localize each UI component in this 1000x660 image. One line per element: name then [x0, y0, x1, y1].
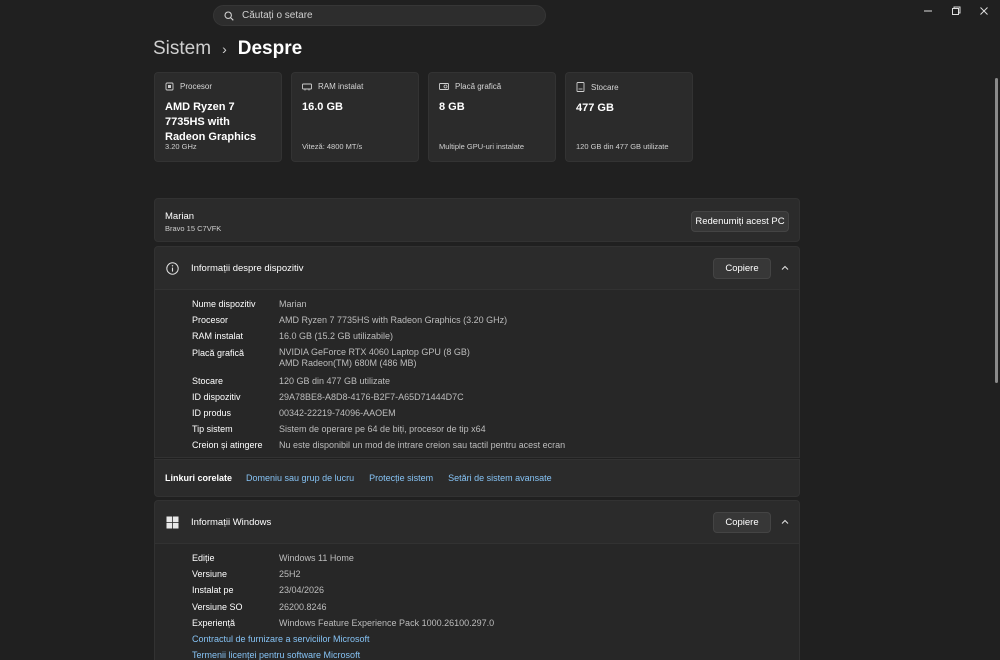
card-subtitle: 3.20 GHz	[165, 142, 197, 151]
link-domain-workgroup[interactable]: Domeniu sau grup de lucru	[246, 473, 354, 483]
card-storage: Stocare 477 GB 120 GB din 477 GB utiliza…	[565, 72, 693, 162]
card-subtitle: 120 GB din 477 GB utilizate	[576, 142, 669, 151]
info-value: 26200.8246	[279, 601, 327, 612]
card-title: Placă grafică	[455, 82, 502, 91]
info-value: 23/04/2026	[279, 585, 325, 596]
info-row: Instalat pe 23/04/2026	[192, 582, 799, 598]
link-microsoft-software-license[interactable]: Termenii licenței pentru software Micros…	[192, 647, 799, 660]
info-row: RAM instalat 16.0 GB (15.2 GB utilizabile…	[192, 328, 799, 344]
info-value: Nu este disponibil un mod de intrare cre…	[279, 440, 566, 451]
info-row: Versiune 25H2	[192, 566, 799, 582]
info-icon	[166, 261, 179, 275]
link-advanced-system-settings[interactable]: Setări de sistem avansate	[448, 473, 552, 483]
link-microsoft-services-agreement[interactable]: Contractul de furnizare a serviciilor Mi…	[192, 631, 799, 647]
restore-icon	[952, 6, 961, 15]
search-placeholder: Căutați o setare	[242, 10, 313, 21]
windows-info-header[interactable]: Informații Windows Copiere	[154, 500, 800, 544]
info-value: Windows 11 Home	[279, 553, 354, 563]
info-value: AMD Radeon(TM) 680M (486 MB)	[279, 358, 417, 369]
info-key: Versiune	[192, 569, 228, 580]
info-key: Ediție	[192, 553, 215, 563]
info-value: Marian	[279, 299, 307, 309]
breadcrumb: Sistem › Despre	[153, 38, 302, 60]
info-key: Instalat pe	[192, 585, 234, 596]
info-row: ID produs 00342-22219-74096-AAOEM	[192, 405, 799, 421]
info-key: Versiune SO	[192, 601, 243, 612]
section-title: Informații despre dispozitiv	[191, 262, 304, 274]
chevron-right-icon: ›	[222, 41, 227, 57]
related-links-label: Linkuri corelate	[165, 473, 233, 483]
rename-pc-button[interactable]: Redenumiți acest PC	[691, 211, 789, 232]
copy-windows-info-button[interactable]: Copiere	[713, 512, 771, 533]
search-box[interactable]: Căutați o setare	[213, 5, 546, 26]
card-value: 16.0 GB	[302, 101, 343, 113]
info-key: Nume dispozitiv	[192, 299, 256, 309]
device-info-details: Nume dispozitiv Marian Procesor AMD Ryzen …	[154, 290, 800, 458]
info-key: Creion și atingere	[192, 440, 263, 451]
info-row: Experiență Windows Feature Experience Pac…	[192, 615, 799, 631]
card-subtitle: Viteză: 4800 MT/s	[302, 142, 363, 151]
info-value: NVIDIA GeForce RTX 4060 Laptop GPU (8 GB…	[279, 347, 470, 358]
card-gpu: Placă grafică 8 GB Multiple GPU-uri inst…	[428, 72, 556, 162]
card-title: RAM instalat	[318, 82, 364, 91]
info-row: Stocare 120 GB din 477 GB utilizate	[192, 373, 799, 389]
info-value: 25H2	[279, 569, 301, 580]
info-key: Tip sistem	[192, 424, 233, 435]
info-key: ID produs	[192, 408, 232, 419]
info-value: Windows Feature Experience Pack 1000.261…	[279, 617, 495, 628]
ram-icon	[302, 83, 312, 91]
card-title: Stocare	[591, 82, 619, 92]
chevron-up-icon[interactable]	[780, 263, 790, 273]
info-value: AMD Ryzen 7 7735HS with Radeon Graphics …	[279, 315, 508, 326]
info-key: RAM instalat	[192, 331, 244, 342]
section-title: Informații Windows	[191, 516, 272, 528]
storage-icon	[576, 82, 585, 92]
minimize-button[interactable]	[913, 4, 943, 18]
card-title: Procesor	[180, 82, 213, 91]
card-value: 477 GB	[576, 102, 614, 114]
processor-icon	[165, 82, 174, 91]
info-row: Tip sistem Sistem de operare pe 64 de biț…	[192, 421, 799, 437]
info-row: Nume dispozitiv Marian	[192, 296, 799, 312]
info-value: 29A78BE8-A8D8-4176-B2F7-A65D71444D7C	[279, 391, 464, 402]
device-info-header[interactable]: Informații despre dispozitiv Copiere	[154, 246, 800, 290]
info-key: ID dispozitiv	[192, 391, 241, 402]
info-row: Placă grafică NVIDIA GeForce RTX 4060 Lap…	[192, 345, 799, 373]
scrollbar[interactable]	[995, 78, 998, 383]
pc-name-panel: Marian Bravo 15 C7VFK Redenumiți acest P…	[154, 198, 800, 242]
info-value: 120 GB din 477 GB utilizate	[279, 375, 391, 386]
info-key: Procesor	[192, 315, 229, 326]
info-row: Creion și atingere Nu este disponibil un …	[192, 437, 799, 453]
spec-cards: Procesor AMD Ryzen 7 7735HS with Radeon …	[154, 72, 693, 162]
card-value: AMD Ryzen 7 7735HS with Radeon Graphics	[165, 101, 257, 143]
info-value: Sistem de operare pe 64 de biți, proceso…	[279, 424, 486, 435]
search-icon	[224, 10, 234, 21]
info-value: 00342-22219-74096-AAOEM	[279, 408, 396, 419]
info-value: 16.0 GB (15.2 GB utilizabile)	[279, 331, 394, 342]
info-row: Procesor AMD Ryzen 7 7735HS with Radeon G…	[192, 312, 799, 328]
info-key: Stocare	[192, 375, 224, 386]
gpu-icon	[439, 83, 449, 90]
info-row: Versiune SO 26200.8246	[192, 599, 799, 615]
windows-info-details: Ediție Windows 11 Home Versiune 25H2 Insta…	[154, 544, 800, 660]
info-key: Placă grafică	[192, 347, 245, 358]
page-title: Despre	[237, 38, 303, 59]
card-ram: RAM instalat 16.0 GB Viteză: 4800 MT/s	[291, 72, 419, 162]
link-system-protection[interactable]: Protecție sistem	[369, 473, 433, 483]
chevron-up-icon[interactable]	[780, 517, 790, 527]
card-processor: Procesor AMD Ryzen 7 7735HS with Radeon …	[154, 72, 282, 162]
card-value: 8 GB	[439, 101, 465, 113]
maximize-button[interactable]	[941, 4, 971, 18]
minimize-icon	[924, 10, 932, 12]
close-button[interactable]	[969, 4, 999, 18]
info-row: ID dispozitiv 29A78BE8-A8D8-4176-B2F7-A65…	[192, 389, 799, 405]
copy-device-info-button[interactable]: Copiere	[713, 258, 771, 279]
info-key: Experiență	[192, 617, 236, 628]
close-icon	[980, 7, 988, 15]
info-row: Ediție Windows 11 Home	[192, 550, 799, 566]
card-subtitle: Multiple GPU-uri instalate	[439, 142, 525, 151]
related-links: Linkuri corelate Domeniu sau grup de luc…	[154, 459, 800, 497]
windows-logo-icon	[166, 516, 179, 528]
breadcrumb-parent[interactable]: Sistem	[153, 38, 211, 60]
